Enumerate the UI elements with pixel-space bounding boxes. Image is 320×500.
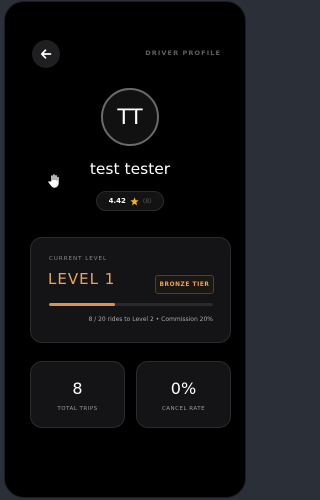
stat-card-total-trips: 8 TOTAL TRIPS [30,361,125,428]
tier-badge: BRONZE TIER [155,275,214,294]
level-value: LEVEL 1 [48,270,116,288]
level-progress-fill [49,303,115,306]
stat-value: 8 [72,379,83,398]
stat-label: TOTAL TRIPS [57,406,98,412]
level-eyebrow: CURRENT LEVEL [49,256,108,262]
rating-badge: 4.42 (8) [96,191,164,211]
star-icon [130,196,139,205]
phone-screen: DRIVER PROFILE TT test tester 4.42 (8) C… [4,1,246,498]
back-button[interactable] [32,40,60,68]
rating-value: 4.42 [108,197,126,205]
arrow-left-icon [40,49,52,59]
stat-card-cancel-rate: 0% CANCEL RATE [136,361,231,428]
page-title: DRIVER PROFILE [145,49,221,57]
avatar-initials: TT [117,105,143,129]
level-card: CURRENT LEVEL LEVEL 1 BRONZE TIER 8 / 20… [30,237,231,343]
stat-value: 0% [170,379,197,398]
level-progress-bar [49,303,213,306]
avatar: TT [101,88,159,146]
rating-count: (8) [142,197,152,205]
level-progress-note: 8 / 20 rides to Level 2 • Commission 20% [88,316,213,323]
stat-label: CANCEL RATE [161,406,206,412]
hand-cursor-icon [47,173,60,189]
driver-name: test tester [89,160,171,178]
